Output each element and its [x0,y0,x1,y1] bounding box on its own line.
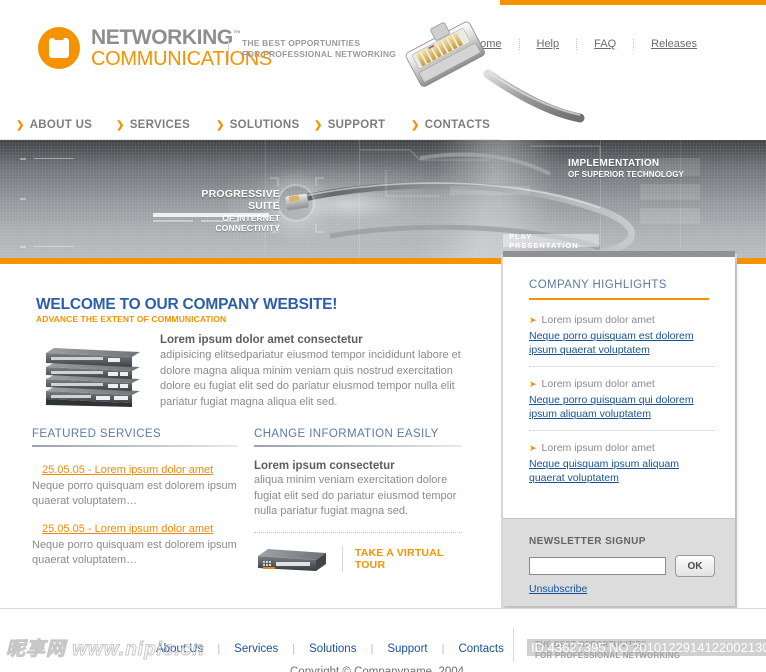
page-root: NETWORKING™ COMMUNICATIONS THE BEST OPPO… [0,0,766,672]
footer-link-solutions[interactable]: Solutions [295,643,370,655]
footer-link-services[interactable]: Services [220,643,292,655]
highlight-kicker-label: Lorem ipsum dolor amet [541,442,655,454]
unsubscribe-link[interactable]: Unsubscribe [529,583,587,595]
highlight-kicker-label: Lorem ipsum dolor amet [541,314,655,326]
play-presentation-button[interactable]: PLAY PRESENTATION [503,232,599,250]
list-item: 25.05.05 - Lorem ipsum dolor amet Neque … [32,460,238,509]
virtual-tour-row: TAKE A VIRTUAL TOUR [254,544,462,574]
highlight-kicker: ➤ Lorem ipsum dolor amet [529,442,715,454]
chevron-right-icon: ❯ [314,119,323,131]
intro-lead: Lorem ipsum dolor amet consectetur [160,334,363,346]
network-switch-stack-image [46,348,140,407]
nav-item-solutions[interactable]: ❯ SOLUTIONS [216,110,299,140]
section-rule [254,445,462,447]
nav-item-about-us[interactable]: ❯ ABOUT US [16,110,92,140]
featured-service-text: Neque porro quisquam est dolorem ipsum q… [32,539,237,566]
nav-item-label: ABOUT US [29,119,93,131]
util-nav-faq[interactable]: FAQ [577,38,633,50]
hero-right-subtitle: OF SUPERIOR TECHNOLOGY [568,170,684,179]
highlight-link[interactable]: Neque quisquam ipsum aliquam quaerat vol… [529,457,715,485]
highlight-link[interactable]: Neque porro quisquam est dolorem ipsum q… [529,329,715,357]
bullet-arrow-icon: ➤ [529,379,537,389]
chevron-right-icon: ❯ [116,119,125,131]
section-rule [32,445,238,447]
main-navigation: ❯ ABOUT US ❯ SERVICES ❯ SOLUTIONS ❯ SUPPORT … [0,110,500,140]
copyright-text: Copyright © Companyname, 2004 [290,666,465,672]
intro-body: adipisicing elitsedpariatur eiusmod temp… [160,349,461,408]
change-information-section: CHANGE INFORMATION EASILY Lorem ipsum co… [254,428,462,574]
router-device-image [258,548,326,571]
nav-item-contacts[interactable]: ❯ CONTACTS [411,110,490,140]
company-highlights-rule [529,298,709,300]
header-tagline: THE BEST OPPORTUNITIES FOR PROFESSIONAL … [228,38,396,62]
utility-nav: Home Help FAQ Releases [455,38,714,50]
hero-bar-tertiary [201,220,239,222]
hero-bar-primary [153,213,269,217]
nav-item-label: CONTACTS [424,119,491,131]
hero-right-caption: IMPLEMENTATION OF SUPERIOR TECHNOLOGY [568,158,684,179]
logo-monitor-icon [38,27,80,69]
newsletter-submit-button[interactable]: OK [675,555,715,577]
util-nav-releases[interactable]: Releases [634,38,714,50]
hero-bar-secondary [153,220,193,222]
hero-left-caption: PROGRESSIVE SUITE OF INTERNET CONNECTIVI… [168,188,280,233]
newsletter-email-input[interactable] [529,557,666,575]
highlight-kicker-label: Lorem ipsum dolor amet [541,378,655,390]
footer-link-support[interactable]: Support [373,643,441,655]
footer-link-about-us[interactable]: About Us [156,643,217,655]
highlight-kicker: ➤ Lorem ipsum dolor amet [529,378,715,390]
footer-tagline-line-1: THE BEST OPPORTUNITIES [535,640,647,649]
nav-item-label: SOLUTIONS [229,119,300,131]
footer-vertical-divider [513,628,514,662]
bullet-arrow-icon: ➤ [529,443,537,453]
chevron-right-icon: ❯ [411,119,420,131]
hero-left-bars [153,213,269,225]
trademark-symbol: ™ [232,29,241,38]
newsletter-signup-panel: NEWSLETTER SIGNUP OK Unsubscribe [503,518,735,606]
dotted-divider [254,531,462,533]
header-tagline-line-2: FOR PROFESSIONAL NETWORKING [242,49,396,59]
footer-tagline-line-2: FOR PROFESSIONAL NETWORKING [535,651,681,660]
chevron-right-icon: ❯ [216,119,225,131]
hero-right-title: IMPLEMENTATION [568,158,660,169]
company-highlights-list: ➤ Lorem ipsum dolor amet Neque porro quis… [529,314,715,494]
company-highlights-heading: COMPANY HIGHLIGHTS [529,279,667,291]
logo-line-1: NETWORKING™ [91,26,241,49]
take-virtual-tour-link[interactable]: TAKE A VIRTUAL TOUR [355,547,462,571]
util-nav-home[interactable]: Home [455,38,518,50]
change-information-heading: CHANGE INFORMATION EASILY [254,428,439,440]
featured-service-link[interactable]: 25.05.05 - Lorem ipsum dolor amet [42,523,213,535]
change-information-body: aliqua minim veniam exercitation dolore … [254,474,457,517]
hero-left-title: PROGRESSIVE SUITE [201,188,280,212]
chevron-right-icon: ❯ [16,119,25,131]
site-header: NETWORKING™ COMMUNICATIONS THE BEST OPPO… [0,0,766,123]
nav-item-label: SUPPORT [327,119,386,131]
list-item: ➤ Lorem ipsum dolor amet Neque porro quis… [529,366,715,430]
featured-services-section: FEATURED SERVICES 25.05.05 - Lorem ipsum… [32,428,238,578]
featured-service-link[interactable]: 25.05.05 - Lorem ipsum dolor amet [42,464,213,476]
page-title: WELCOME TO OUR COMPANY WEBSITE! [36,296,338,313]
intro-paragraph: Lorem ipsum dolor amet consectetur adipi… [160,334,472,410]
featured-service-text: Neque porro quisquam est dolorem ipsum q… [32,480,237,507]
vertical-divider [342,545,343,572]
list-item: ➤ Lorem ipsum dolor amet Neque quisquam i… [529,430,715,494]
page-subtitle: ADVANCE THE EXTENT OF COMMUNICATION [36,314,227,324]
highlight-kicker: ➤ Lorem ipsum dolor amet [529,314,715,326]
list-item: 25.05.05 - Lorem ipsum dolor amet Neque … [32,519,238,568]
newsletter-title: NEWSLETTER SIGNUP [529,536,646,547]
footer-link-contacts[interactable]: Contacts [444,643,517,655]
nav-item-support[interactable]: ❯ SUPPORT [314,110,385,140]
nav-item-services[interactable]: ❯ SERVICES [116,110,190,140]
featured-services-heading: FEATURED SERVICES [32,428,162,440]
util-nav-help[interactable]: Help [520,38,577,50]
change-information-lead: Lorem ipsum consectetur [254,460,395,472]
header-tagline-line-1: THE BEST OPPORTUNITIES [242,38,361,48]
list-item: ➤ Lorem ipsum dolor amet Neque porro quis… [529,314,715,366]
bullet-arrow-icon: ➤ [529,315,537,325]
highlight-link[interactable]: Neque porro quisquam qui dolorem ipsum a… [529,393,715,421]
footer-tagline: THE BEST OPPORTUNITIES FOR PROFESSIONAL … [535,639,680,661]
nav-item-label: SERVICES [129,119,191,131]
main-content: WELCOME TO OUR COMPANY WEBSITE! ADVANCE … [0,264,500,608]
footer-navigation: About Us | Services | Solutions | Suppor… [156,643,518,655]
